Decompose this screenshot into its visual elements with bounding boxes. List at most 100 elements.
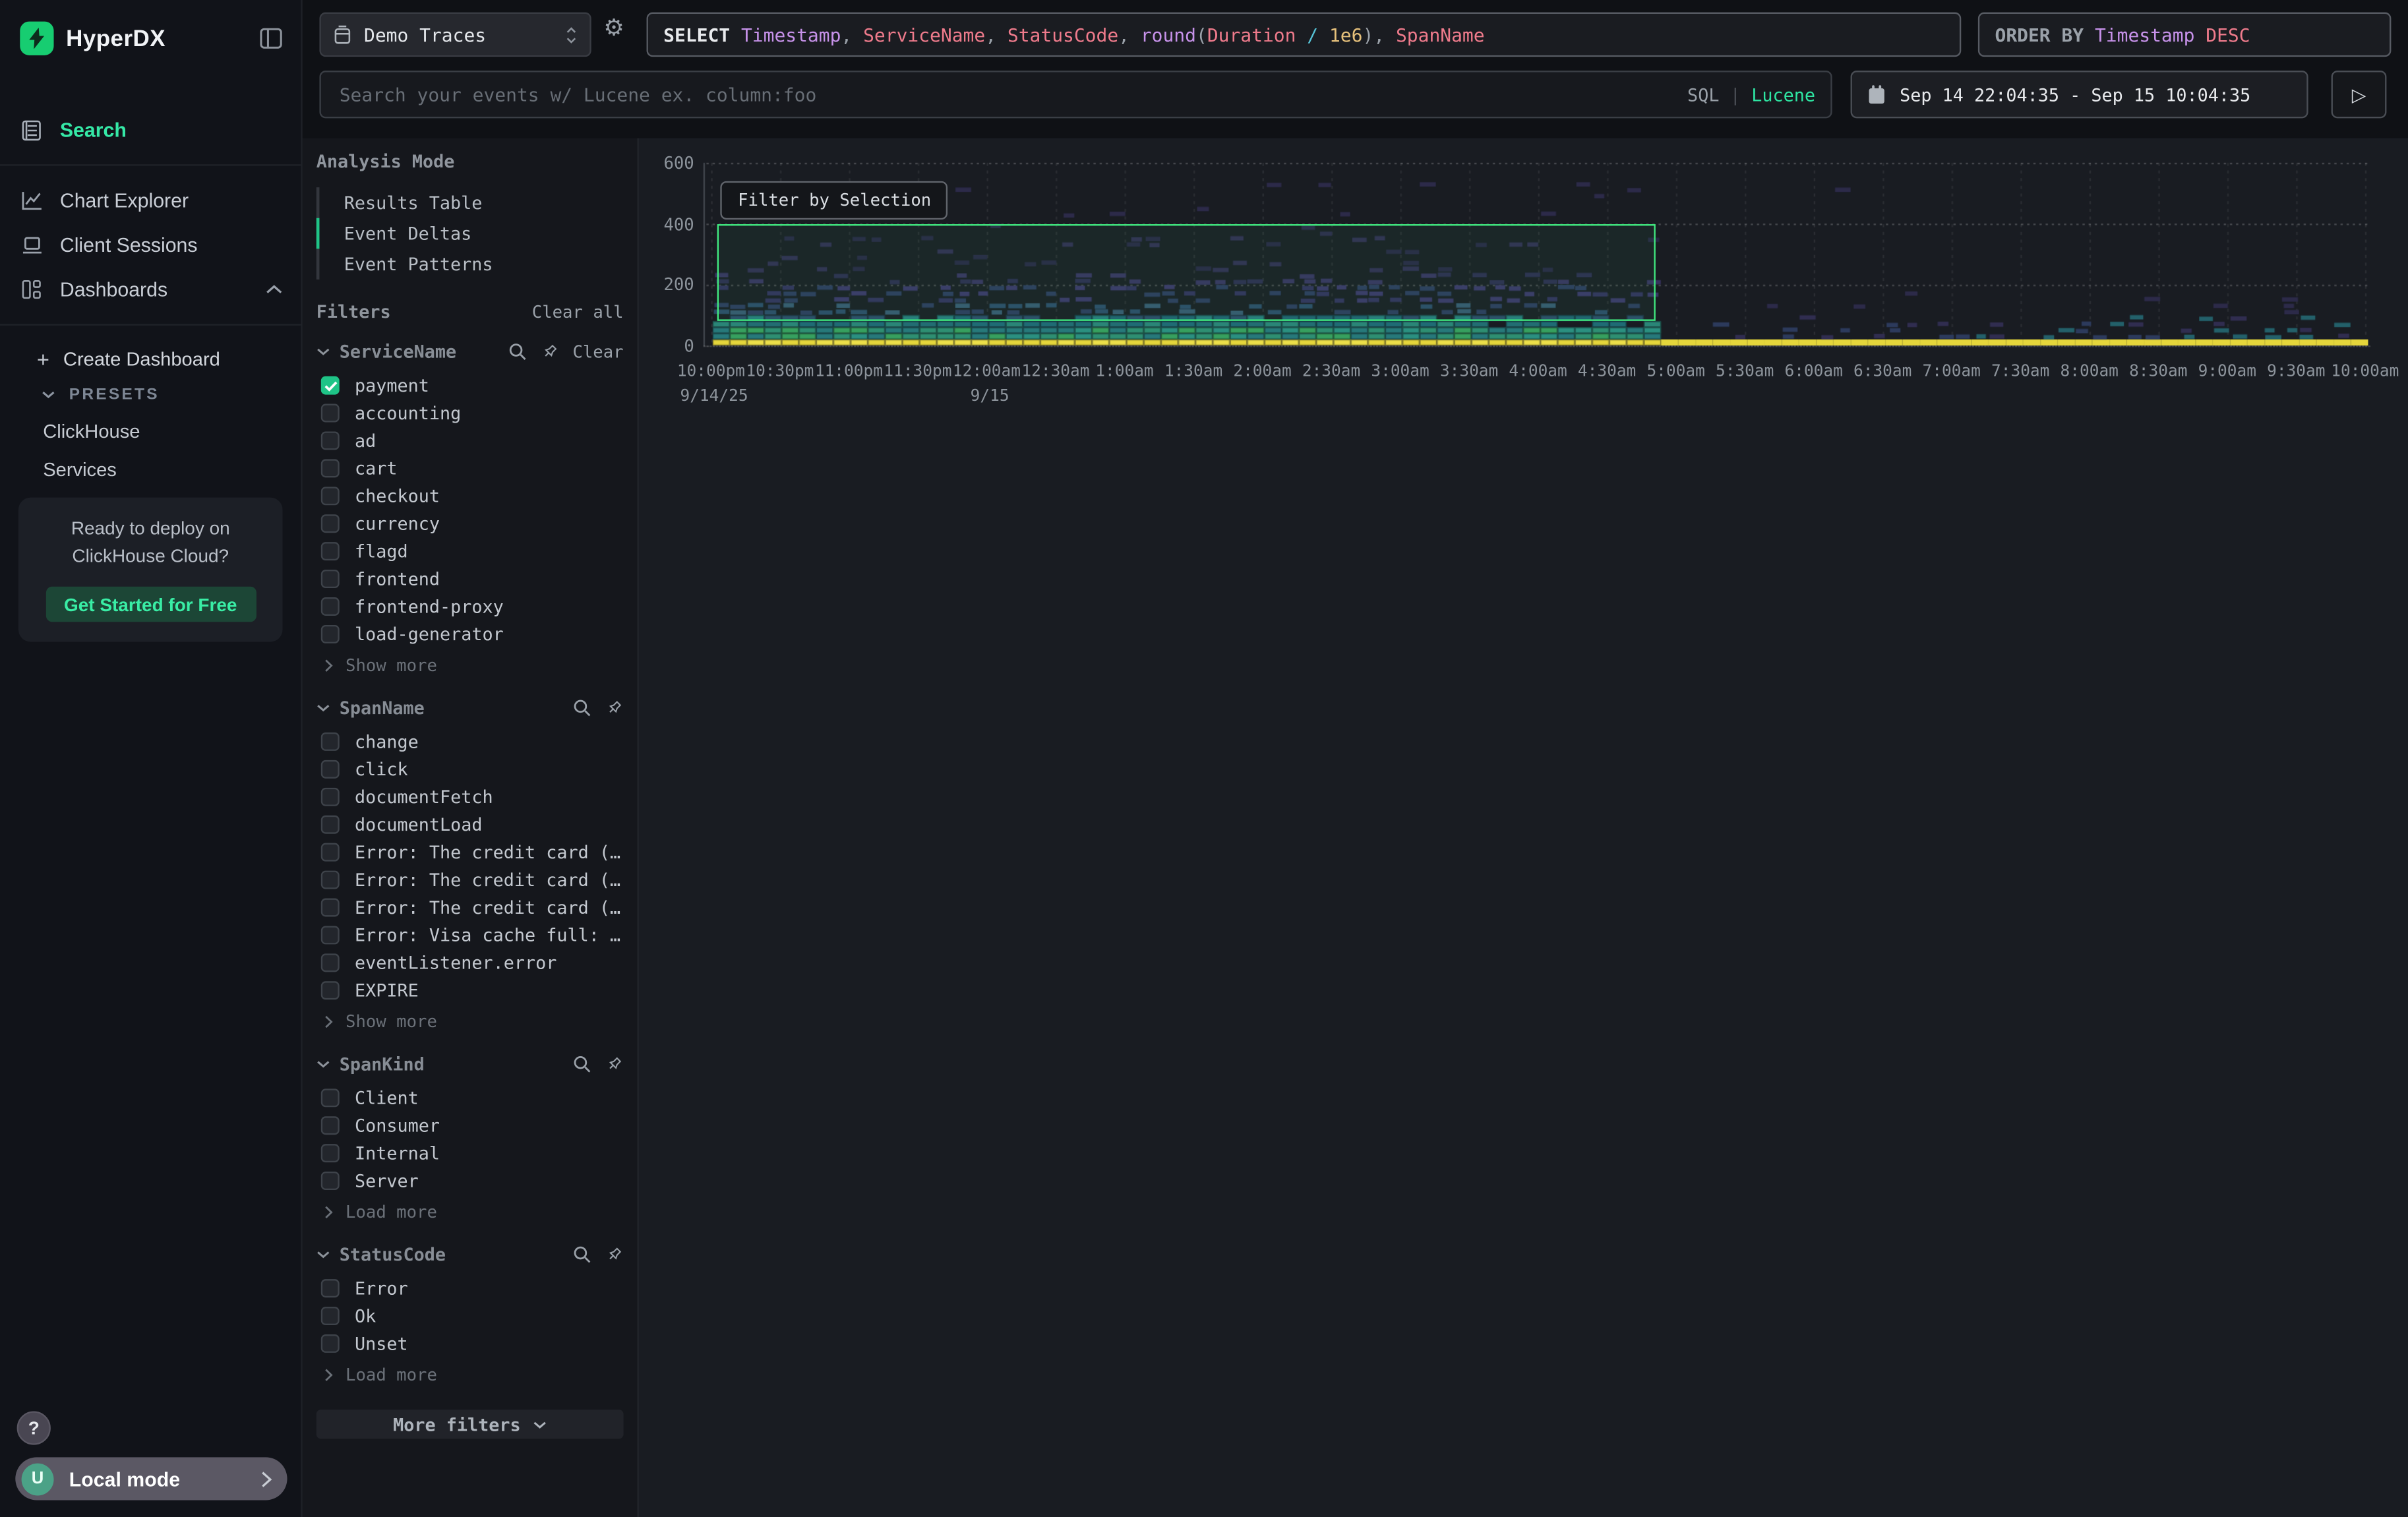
chevron-down-icon[interactable] <box>316 1059 330 1069</box>
analysis-mode-event-patterns[interactable]: Event Patterns <box>316 249 624 280</box>
checkbox-checked[interactable] <box>321 376 340 395</box>
checkbox[interactable] <box>321 625 340 643</box>
checkbox[interactable] <box>321 953 340 972</box>
filter-by-selection-button[interactable]: Filter by Selection <box>721 181 948 219</box>
filter-item[interactable]: Error <box>321 1274 624 1302</box>
filter-item[interactable]: load-generator <box>321 620 624 648</box>
presets-toggle[interactable]: PRESETS <box>0 378 301 411</box>
checkbox[interactable] <box>321 487 340 505</box>
filter-item[interactable]: accounting <box>321 400 624 427</box>
checkbox[interactable] <box>321 1307 340 1325</box>
filter-item[interactable]: payment <box>321 372 624 400</box>
filter-item[interactable]: Ok <box>321 1302 624 1330</box>
checkbox[interactable] <box>321 732 340 751</box>
pin-icon[interactable] <box>605 1245 624 1264</box>
checkbox[interactable] <box>321 431 340 450</box>
search-icon[interactable] <box>573 1245 591 1264</box>
filter-item[interactable]: eventListener.error <box>321 949 624 976</box>
search-icon[interactable] <box>573 699 591 717</box>
filter-item[interactable]: Error: The credit card (… <box>321 866 624 894</box>
checkbox[interactable] <box>321 899 340 917</box>
checkbox[interactable] <box>321 1116 340 1135</box>
checkbox[interactable] <box>321 1172 340 1190</box>
checkbox[interactable] <box>321 1334 340 1353</box>
preset-item-clickhouse[interactable]: ClickHouse <box>0 411 301 450</box>
run-query-button[interactable]: ▷ <box>2332 71 2387 118</box>
analysis-mode-results-table[interactable]: Results Table <box>316 187 624 218</box>
clear-filter-button[interactable]: Clear <box>572 342 623 361</box>
checkbox[interactable] <box>321 542 340 560</box>
filter-item[interactable]: Client <box>321 1084 624 1112</box>
filter-item[interactable]: documentFetch <box>321 783 624 811</box>
checkbox[interactable] <box>321 514 340 533</box>
filter-item[interactable]: Consumer <box>321 1112 624 1139</box>
gear-icon[interactable]: ⚙ <box>603 14 624 42</box>
checkbox[interactable] <box>321 597 340 616</box>
checkbox[interactable] <box>321 459 340 477</box>
sidebar-item-client-sessions[interactable]: Client Sessions <box>0 223 301 268</box>
checkbox[interactable] <box>321 926 340 944</box>
filter-item[interactable]: Error: The credit card (… <box>321 894 624 922</box>
sidebar-collapse-icon[interactable] <box>260 28 283 49</box>
help-button[interactable]: ? <box>17 1411 51 1444</box>
show-more-link[interactable]: Show more <box>321 1007 624 1035</box>
chart-selection-region[interactable] <box>718 223 1655 321</box>
checkbox[interactable] <box>321 760 340 779</box>
filter-item[interactable]: Server <box>321 1167 624 1195</box>
checkbox[interactable] <box>321 570 340 588</box>
pin-icon[interactable] <box>605 699 624 717</box>
chevron-up-icon[interactable] <box>266 284 283 295</box>
filter-item[interactable]: documentLoad <box>321 811 624 839</box>
checkbox[interactable] <box>321 871 340 889</box>
filter-item[interactable]: click <box>321 756 624 783</box>
filter-item[interactable]: Error: The credit card (… <box>321 839 624 866</box>
show-more-link[interactable]: Show more <box>321 651 624 679</box>
create-dashboard-button[interactable]: + Create Dashboard <box>0 341 301 378</box>
analysis-mode-event-deltas[interactable]: Event Deltas <box>316 218 624 249</box>
filter-item[interactable]: frontend <box>321 565 624 593</box>
checkbox[interactable] <box>321 788 340 806</box>
filter-item[interactable]: Internal <box>321 1139 624 1167</box>
clear-all-filters-button[interactable]: Clear all <box>532 302 624 322</box>
preset-item-services[interactable]: Services <box>0 450 301 488</box>
get-started-button[interactable]: Get Started for Free <box>45 587 256 622</box>
local-mode-menu[interactable]: U Local mode <box>15 1457 287 1500</box>
chevron-down-icon[interactable] <box>316 703 330 713</box>
filter-item[interactable]: flagd <box>321 537 624 565</box>
checkbox[interactable] <box>321 1279 340 1297</box>
checkbox[interactable] <box>321 1144 340 1162</box>
data-source-select[interactable]: Demo Traces <box>319 13 591 57</box>
lucene-mode-button[interactable]: Lucene <box>1751 84 1815 105</box>
pin-icon[interactable] <box>605 1055 624 1073</box>
checkbox[interactable] <box>321 843 340 862</box>
chevron-down-icon[interactable] <box>316 1250 330 1259</box>
sql-mode-button[interactable]: SQL <box>1687 84 1719 105</box>
chevron-down-icon[interactable] <box>316 347 330 356</box>
checkbox[interactable] <box>321 816 340 834</box>
show-more-link[interactable]: Load more <box>321 1198 624 1226</box>
order-by-editor[interactable]: ORDER BY Timestamp DESC <box>1978 13 2392 57</box>
filter-item[interactable]: cart <box>321 454 624 482</box>
more-filters-button[interactable]: More filters <box>316 1410 624 1439</box>
filter-item[interactable]: Unset <box>321 1330 624 1357</box>
sql-select-editor[interactable]: SELECT Timestamp, ServiceName, StatusCod… <box>647 13 1962 57</box>
filter-item[interactable]: EXPIRE <box>321 976 624 1004</box>
filter-item[interactable]: ad <box>321 427 624 454</box>
checkbox[interactable] <box>321 404 340 423</box>
search-icon[interactable] <box>508 342 527 361</box>
filter-item[interactable]: frontend-proxy <box>321 593 624 620</box>
filter-item[interactable]: currency <box>321 510 624 537</box>
pin-icon[interactable] <box>541 342 559 361</box>
search-icon[interactable] <box>573 1055 591 1073</box>
filter-item[interactable]: change <box>321 728 624 756</box>
checkbox[interactable] <box>321 1088 340 1107</box>
sidebar-item-dashboards[interactable]: Dashboards <box>0 267 301 312</box>
checkbox[interactable] <box>321 981 340 999</box>
show-more-link[interactable]: Load more <box>321 1361 624 1388</box>
sidebar-item-search[interactable]: Search <box>0 107 301 152</box>
sidebar-item-chart-explorer[interactable]: Chart Explorer <box>0 178 301 223</box>
search-input[interactable] <box>336 82 1687 107</box>
time-range-picker[interactable]: Sep 14 22:04:35 - Sep 15 10:04:35 <box>1851 71 2308 118</box>
filter-item[interactable]: checkout <box>321 482 624 510</box>
filter-item[interactable]: Error: Visa cache full: … <box>321 921 624 949</box>
